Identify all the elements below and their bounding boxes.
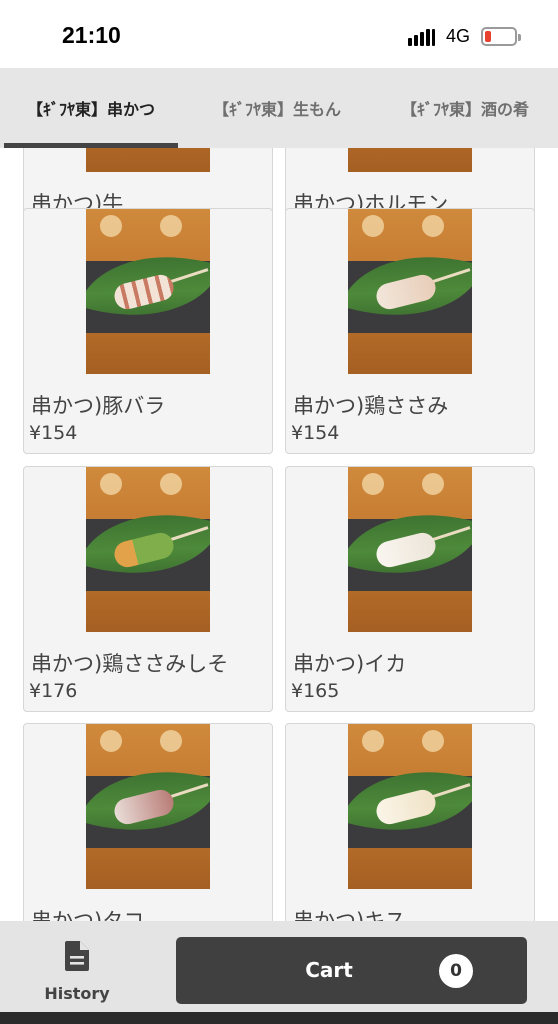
product-photo xyxy=(348,148,472,172)
tab-kushikatsu[interactable]: 【ｷﾞﾌﾔ東】串かつ xyxy=(0,68,182,148)
history-label: History xyxy=(44,984,110,1003)
product-card[interactable]: 串かつ)イカ ¥165 xyxy=(285,466,535,712)
product-name: 串かつ)鶏ささみ xyxy=(293,394,449,418)
product-photo xyxy=(86,148,210,172)
product-name: 串かつ)キス xyxy=(293,909,406,921)
product-name: 串かつ)タコ xyxy=(31,909,145,921)
product-price: ¥165 xyxy=(291,680,340,702)
cart-button[interactable]: Cart 0 xyxy=(176,937,527,1004)
product-photo xyxy=(86,724,210,889)
product-photo xyxy=(86,209,210,374)
cart-count-badge: 0 xyxy=(439,954,473,988)
category-tabs: 【ｷﾞﾌﾔ東】串かつ 【ｷﾞﾌﾔ東】生もん 【ｷﾞﾌﾔ東】酒の肴 xyxy=(0,68,558,148)
product-photo xyxy=(348,467,472,632)
product-price: ¥154 xyxy=(291,422,340,444)
product-card[interactable]: 串かつ)豚バラ ¥154 xyxy=(23,208,273,454)
tab-sake-no-sakana[interactable]: 【ｷﾞﾌﾔ東】酒の肴 xyxy=(372,68,558,148)
product-card[interactable]: 串かつ)キス xyxy=(285,723,535,921)
product-photo xyxy=(86,467,210,632)
network-type: 4G xyxy=(446,26,471,46)
product-name: 串かつ)豚バラ xyxy=(31,394,166,418)
product-price: ¥176 xyxy=(29,680,78,702)
cart-label: Cart xyxy=(305,958,353,982)
history-button[interactable]: History xyxy=(30,921,124,1012)
status-time: 21:10 xyxy=(62,22,121,48)
bottom-bar: History Cart 0 xyxy=(0,921,558,1012)
battery-icon xyxy=(481,27,521,46)
product-card[interactable]: 串かつ)鶏ささみしそ ¥176 xyxy=(23,466,273,712)
product-name: 串かつ)イカ xyxy=(293,652,407,676)
product-name: 串かつ)鶏ささみしそ xyxy=(31,652,229,676)
product-price: ¥154 xyxy=(29,422,78,444)
home-indicator-strip xyxy=(0,1012,558,1024)
tab-namamon[interactable]: 【ｷﾞﾌﾔ東】生もん xyxy=(182,68,372,148)
product-card[interactable]: 串かつ)鶏ささみ ¥154 xyxy=(285,208,535,454)
product-photo xyxy=(348,209,472,374)
signal-strength-icon xyxy=(408,28,436,46)
status-bar: 21:10 4G xyxy=(0,0,558,68)
product-photo xyxy=(348,724,472,889)
document-icon xyxy=(65,941,89,971)
product-grid-scroll[interactable]: 串かつ)牛¥165串かつ)ホルモン¥154串かつ)豚バラ¥154串かつ)鶏ささみ… xyxy=(0,148,558,921)
product-card[interactable]: 串かつ)タコ xyxy=(23,723,273,921)
